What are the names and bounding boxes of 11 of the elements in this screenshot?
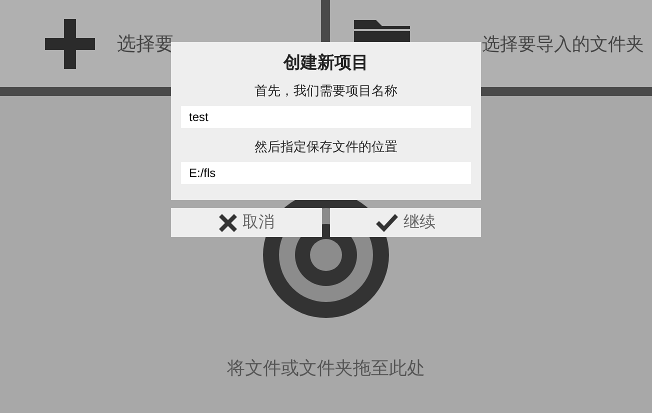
continue-button[interactable]: 继续 bbox=[330, 208, 481, 237]
field-label: 然后指定保存文件的位置 bbox=[254, 139, 398, 156]
cancel-button[interactable]: 取消 bbox=[171, 208, 322, 237]
close-icon bbox=[218, 214, 236, 232]
tile-label: 选择要导入的文件夹 bbox=[482, 32, 644, 56]
input-field[interactable]: test bbox=[181, 106, 471, 128]
check-icon bbox=[376, 214, 398, 232]
plus-icon bbox=[45, 18, 95, 68]
tile-label: 选择要 bbox=[117, 32, 174, 56]
input-field[interactable]: E:/fls bbox=[181, 162, 471, 184]
drop-hint: 将文件或文件夹拖至此处 bbox=[227, 357, 425, 380]
